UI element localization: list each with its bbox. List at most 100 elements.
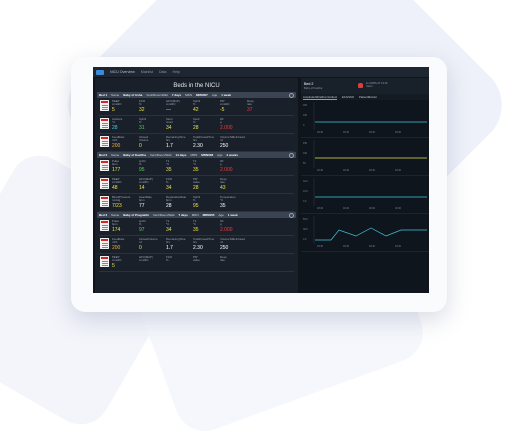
device-card-icon[interactable] bbox=[97, 194, 112, 207]
vital-label: Resp rate bbox=[247, 100, 254, 107]
device-card-icon[interactable] bbox=[97, 254, 112, 267]
vital-label: PIP value bbox=[193, 256, 200, 263]
card-stripe bbox=[101, 119, 108, 121]
vital-value: 48 bbox=[112, 185, 118, 191]
device-card-icon[interactable] bbox=[97, 98, 112, 111]
vital-cell: Resp rate 43 bbox=[220, 176, 247, 191]
device-card-icon[interactable] bbox=[97, 236, 112, 249]
ga-label: Age bbox=[217, 153, 223, 157]
app-screen: NICU Overview Mainlist Data Help Beds in… bbox=[93, 67, 429, 293]
bed-section: Bed 2 Name Baby of Kavitha Vent/Room/Wait 14… bbox=[97, 152, 296, 212]
ga-label: Age bbox=[211, 93, 218, 97]
card-line bbox=[101, 143, 108, 144]
vital-label: PIP value bbox=[193, 178, 200, 185]
device-card-icon bbox=[100, 100, 109, 111]
card-line bbox=[101, 169, 108, 170]
vital-value: 34 bbox=[166, 227, 172, 233]
tab-amplitude[interactable]: Ampitude/WindFromCollect bbox=[303, 95, 338, 100]
bed-number: Bed 1 bbox=[99, 93, 108, 97]
vital-label: Stool count bbox=[166, 118, 173, 125]
nav-item-help[interactable]: Help bbox=[173, 70, 180, 74]
vital-value: 14 bbox=[139, 185, 145, 191]
alarm-text: 11 ARMS AT 16:46 Alarm bbox=[366, 82, 388, 89]
vital-cell: PEEP cmH2O 5 bbox=[112, 98, 139, 113]
vital-cell: Spo2 % 28 bbox=[193, 116, 220, 131]
vital-cell: PEEP cmH2O 48 bbox=[112, 176, 139, 191]
beds-panel: Beds in the NICU Bed 1 Name Baby of Asha Ve… bbox=[95, 78, 298, 293]
card-line bbox=[101, 261, 108, 262]
vital-trend-plot[interactable]: 55.0 38.0 0.0 18:40 18:40 18:40 18:40 bbox=[301, 214, 429, 252]
device-card-icon[interactable] bbox=[97, 158, 112, 171]
card-stripe bbox=[101, 257, 108, 259]
tab-ecg[interactable]: ECGSSO bbox=[342, 95, 354, 99]
bed-detail-panel: Bed 2 Baby of Kavitha 11 ARMS AT 16:46 A… bbox=[301, 78, 429, 293]
patient-days: 7 days bbox=[178, 213, 188, 217]
card-line bbox=[101, 145, 108, 146]
vital-value: 1.7 bbox=[166, 245, 173, 251]
vital-label: spO2 % bbox=[139, 220, 146, 227]
vital-label: Resp rate bbox=[220, 178, 227, 185]
vital-value: 200 bbox=[112, 245, 121, 251]
mrn-label: MRN bbox=[185, 93, 193, 97]
vital-value: 0 bbox=[139, 245, 142, 251]
vital-label: FeedRate ml/h bbox=[112, 238, 125, 245]
vital-label: PIP cmH2O bbox=[220, 100, 230, 107]
device-card-icon[interactable] bbox=[97, 134, 112, 147]
vital-value: 177 bbox=[112, 167, 121, 173]
vital-value: 1.7 bbox=[166, 143, 173, 149]
vital-cell: PIP value 28 bbox=[193, 176, 220, 191]
vital-label: SpO2 % bbox=[193, 196, 201, 203]
alarm-bell-icon[interactable] bbox=[358, 83, 363, 88]
patient-name: Baby of Kavitha bbox=[123, 153, 146, 157]
card-line bbox=[101, 205, 108, 206]
bed-number: Bed 2 bbox=[99, 153, 108, 157]
card-line bbox=[101, 167, 108, 168]
vital-trend-plot[interactable]: 150 100 50 18:40 18:40 18:40 18:40 bbox=[301, 138, 429, 176]
vital-value: 2.000 bbox=[220, 167, 233, 173]
vital-label: Spo2 % bbox=[193, 118, 200, 125]
vital-value: 28 bbox=[193, 125, 199, 131]
vital-label: TotalInfusedTime hrs bbox=[193, 136, 215, 143]
name-label: Name bbox=[111, 153, 120, 157]
vital-cell: HFO(MAP) cmH2O bbox=[139, 254, 166, 263]
vitals-row: Pulse bpm 174 spO2 % 97 T1 °C 34 T2 °C 35 Wt g 2.… bbox=[97, 218, 296, 235]
patient-name: Baby of Asha bbox=[123, 93, 143, 97]
vitals-row: FeedRate ml/h 200 Infused Volume 0 Remaining… bbox=[97, 134, 296, 151]
device-card-icon[interactable] bbox=[97, 116, 112, 129]
vital-value: 31 bbox=[139, 125, 145, 131]
card-line bbox=[101, 141, 108, 142]
tab-patient-monitor[interactable]: PatientMonitor bbox=[359, 95, 377, 99]
vital-cell: Wt g 2.000 bbox=[220, 158, 247, 173]
name-label: Name bbox=[111, 93, 120, 97]
card-line bbox=[101, 265, 108, 266]
age-label: Vent/Room/Wait bbox=[146, 93, 168, 97]
nav-item-mainlist[interactable]: Mainlist bbox=[141, 70, 153, 74]
vital-cell: PIP value bbox=[193, 254, 220, 263]
age-label: Vent/Room/Wait bbox=[149, 153, 172, 157]
vital-label: Temperature °C bbox=[220, 196, 236, 203]
nav-item-overview[interactable]: NICU Overview bbox=[110, 70, 135, 74]
vital-value: 35 bbox=[166, 167, 172, 173]
nav-item-data[interactable]: Data bbox=[159, 70, 167, 74]
vital-cell: T2 °C 35 bbox=[193, 218, 220, 233]
mrn-value: MRN008 bbox=[201, 153, 214, 157]
vital-cell: spO2 % 95 bbox=[139, 158, 166, 173]
device-card-icon bbox=[100, 160, 109, 171]
vital-cell: SpO2 % 42 bbox=[193, 98, 220, 113]
device-card-icon[interactable] bbox=[97, 176, 112, 189]
vital-cell: InfusedVolume ml 0 bbox=[139, 236, 166, 251]
top-nav-bar: NICU Overview Mainlist Data Help bbox=[93, 67, 429, 77]
card-line bbox=[101, 183, 108, 184]
device-card-icon bbox=[100, 256, 109, 267]
trend-line bbox=[313, 178, 427, 206]
vital-trend-plot[interactable]: 32.0 16.0 0.0 18:40 18:40 18:40 18:40 bbox=[301, 176, 429, 214]
patient-name: Baby of Pragnathi bbox=[123, 213, 149, 217]
vital-value: 5 bbox=[112, 263, 115, 269]
vital-cell: TotalInfusedTime hrs 2.30 bbox=[193, 134, 220, 149]
ga-value: 1 week bbox=[227, 213, 238, 217]
vital-trend-plot[interactable]: 200 100 0 18:40 18:40 18:40 18:40 bbox=[301, 100, 429, 138]
device-card-icon[interactable] bbox=[97, 218, 112, 231]
vital-label: spO2 % bbox=[139, 160, 146, 167]
vitals-row: Pulse bpm 177 spO2 % 95 T1 °C 35 T2 °C 35 Wt g 2.… bbox=[97, 158, 296, 175]
vital-value: 7/23 bbox=[112, 203, 122, 209]
